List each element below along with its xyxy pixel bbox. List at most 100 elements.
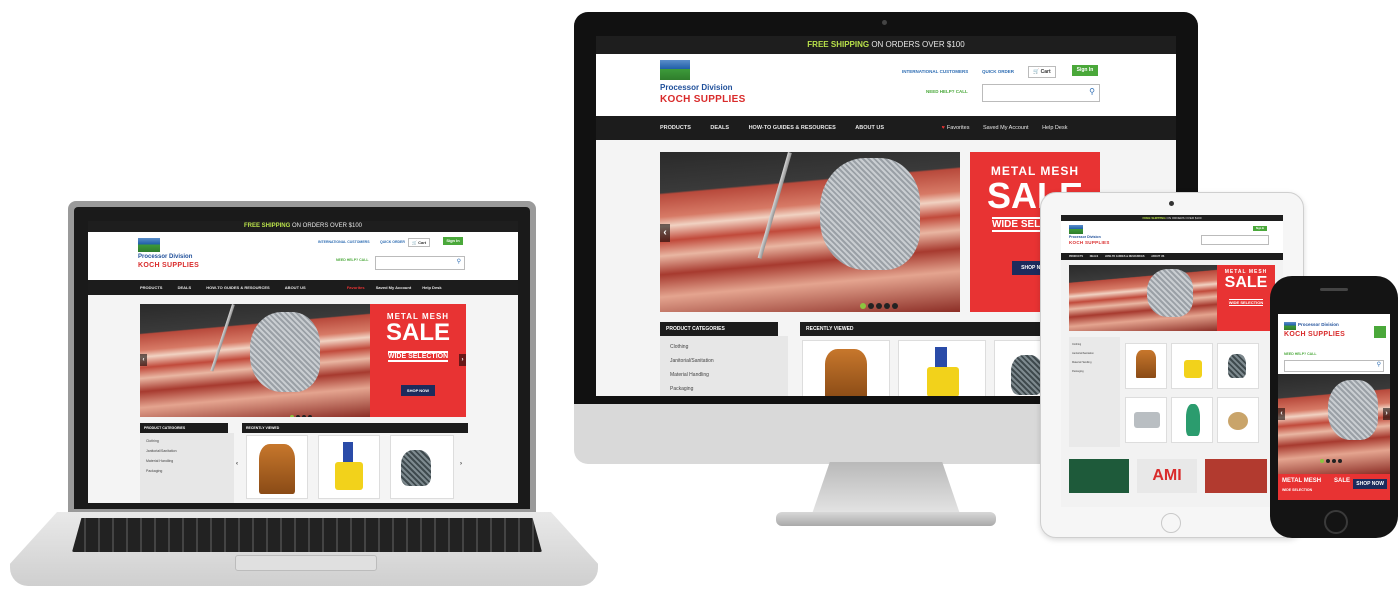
category-item[interactable]: Clothing <box>1072 343 1120 346</box>
promo-tile[interactable] <box>1205 459 1267 493</box>
logo[interactable]: Processor Division KOCH SUPPLIES <box>1069 225 1113 251</box>
sign-in-button[interactable]: Sign In <box>1072 65 1098 76</box>
carousel-dot[interactable] <box>1332 459 1336 463</box>
search-input[interactable]: ⚲ <box>982 84 1100 102</box>
promo-tile[interactable] <box>1069 459 1129 493</box>
monitor-stand-base <box>776 512 996 526</box>
international-link[interactable]: INTERNATIONAL CUSTOMERS <box>902 69 968 74</box>
quick-order-link[interactable]: QUICK ORDER <box>982 69 1014 74</box>
sign-in-button[interactable]: Sign In <box>443 237 463 245</box>
nav-guides[interactable]: HOW-TO GUIDES & RESOURCES <box>749 116 836 140</box>
category-item[interactable]: Material Handling <box>146 459 234 463</box>
recent-prev-button[interactable]: ‹ <box>234 459 240 469</box>
shop-now-button[interactable]: SHOP NOW <box>400 385 436 396</box>
hero-prev-button[interactable]: ‹ <box>1278 408 1285 420</box>
carousel-dot[interactable] <box>868 303 874 309</box>
category-item[interactable]: Packaging <box>670 386 788 392</box>
phone-device: Processor Division KOCH SUPPLIES NEED HE… <box>1270 276 1398 538</box>
phone-label: NEED HELP? CALL <box>926 89 968 94</box>
search-icon[interactable]: ⚲ <box>457 258 461 265</box>
product-thumbnail[interactable] <box>1171 397 1213 443</box>
hero-next-button[interactable]: › <box>1383 408 1390 420</box>
category-item[interactable]: Packaging <box>146 469 234 473</box>
logo[interactable]: Processor Division KOCH SUPPLIES <box>1284 322 1354 344</box>
nav-about[interactable]: ABOUT US <box>855 116 884 140</box>
nav-products[interactable]: PRODUCTS <box>140 280 162 295</box>
category-item[interactable]: Janitorial/Sanitation <box>146 449 234 453</box>
logo[interactable]: Processor Division KOCH SUPPLIES <box>660 60 750 110</box>
shop-now-button[interactable]: SHOP NOW <box>1353 479 1387 489</box>
nav-deals[interactable]: DEALS <box>1090 253 1098 260</box>
category-item[interactable]: Material Handling <box>1072 361 1120 364</box>
carousel-dot[interactable] <box>1326 459 1330 463</box>
hero-prev-button[interactable]: ‹ <box>660 224 670 242</box>
carousel-dot[interactable] <box>884 303 890 309</box>
nav-help[interactable]: Help Desk <box>422 280 441 295</box>
carousel-dot[interactable] <box>290 415 294 417</box>
site-header: Processor Division KOCH SUPPLIES INTERNA… <box>596 54 1176 116</box>
chevron-right-icon: › <box>460 461 462 467</box>
nav-favorites[interactable]: Favorites <box>947 116 970 140</box>
search-icon[interactable]: ⚲ <box>1377 361 1381 368</box>
promo-tile[interactable]: AMI <box>1137 459 1197 493</box>
nav-deals[interactable]: DEALS <box>178 280 192 295</box>
carousel-dot[interactable] <box>302 415 306 417</box>
search-input[interactable] <box>1201 235 1269 245</box>
cart-icon[interactable] <box>1374 326 1386 338</box>
glove-image <box>1011 355 1043 395</box>
nav-account[interactable]: Saved My Account <box>376 280 411 295</box>
cart-link[interactable]: 🛒 Cart <box>408 238 431 247</box>
hero-next-button[interactable]: › <box>459 354 466 366</box>
nav-favorites[interactable]: Favorites <box>347 280 365 295</box>
nav-products[interactable]: PRODUCTS <box>660 116 691 140</box>
nav-guides[interactable]: HOW-TO GUIDES & RESOURCES <box>206 280 269 295</box>
nav-help[interactable]: Help Desk <box>1042 116 1067 140</box>
promo-line1: METAL MESH <box>1282 478 1322 484</box>
search-icon[interactable]: ⚲ <box>1089 87 1095 96</box>
product-thumbnail[interactable] <box>1125 397 1167 443</box>
promo-panel: METAL MESH SALE WIDE SELECTION SHOP NOW <box>370 304 466 417</box>
cart-link[interactable]: 🛒 Cart <box>1028 66 1056 78</box>
quick-order-link[interactable]: QUICK ORDER <box>380 240 405 244</box>
product-thumbnail[interactable] <box>802 340 890 396</box>
product-thumbnail[interactable] <box>1217 397 1259 443</box>
carousel-dot[interactable] <box>876 303 882 309</box>
main-nav: PRODUCTS DEALS HOW-TO GUIDES & RESOURCES… <box>596 116 1176 140</box>
carousel-dot[interactable] <box>860 303 866 309</box>
product-thumbnail[interactable] <box>1171 343 1213 389</box>
nav-deals[interactable]: DEALS <box>710 116 729 140</box>
logo[interactable]: Processor Division KOCH SUPPLIES <box>138 238 208 274</box>
product-thumbnail[interactable] <box>246 435 308 499</box>
nav-guides[interactable]: HOW-TO GUIDES & RESOURCES <box>1105 253 1145 260</box>
carousel-dot[interactable] <box>1338 459 1342 463</box>
category-item[interactable]: Clothing <box>670 344 788 350</box>
logo-mark <box>1284 322 1296 330</box>
product-thumbnail[interactable] <box>318 435 380 499</box>
category-item[interactable]: Packaging <box>1072 370 1120 373</box>
recent-next-button[interactable]: › <box>458 459 464 469</box>
logo-mark <box>660 60 690 80</box>
category-item[interactable]: Janitorial/Sanitation <box>670 358 788 364</box>
hero-prev-button[interactable]: ‹ <box>140 354 147 366</box>
nav-products[interactable]: PRODUCTS <box>1069 253 1083 260</box>
product-thumbnail[interactable] <box>1217 343 1259 389</box>
carousel-dot[interactable] <box>308 415 312 417</box>
promo-line2: SALE <box>1224 274 1268 291</box>
search-input[interactable]: ⚲ <box>375 256 465 270</box>
nav-account[interactable]: Saved My Account <box>983 116 1029 140</box>
category-item[interactable]: Janitorial/Sanitation <box>1072 352 1120 355</box>
category-item[interactable]: Material Handling <box>670 372 788 378</box>
product-thumbnail[interactable] <box>1125 343 1167 389</box>
carousel-dot[interactable] <box>296 415 300 417</box>
categories-list: Clothing Janitorial/Sanitation Material … <box>660 336 788 396</box>
product-thumbnail[interactable] <box>898 340 986 396</box>
carousel-dot[interactable] <box>1320 459 1324 463</box>
category-item[interactable]: Clothing <box>146 439 234 443</box>
international-link[interactable]: INTERNATIONAL CUSTOMERS <box>318 240 370 244</box>
sign-in-button[interactable]: Sign In <box>1253 226 1267 231</box>
product-thumbnail[interactable] <box>390 435 454 499</box>
nav-about[interactable]: ABOUT US <box>1151 253 1164 260</box>
search-input[interactable]: ⚲ <box>1284 360 1384 372</box>
carousel-dot[interactable] <box>892 303 898 309</box>
nav-about[interactable]: ABOUT US <box>285 280 306 295</box>
